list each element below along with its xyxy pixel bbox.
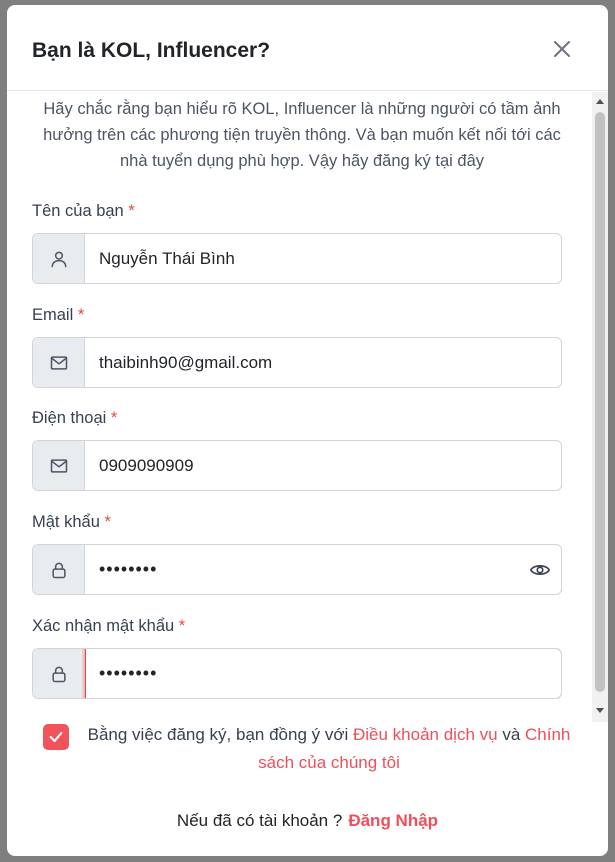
login-link[interactable]: Đăng Nhập	[348, 811, 438, 830]
email-label: Email *	[32, 306, 85, 324]
email-input[interactable]: thaibinh90@gmail.com	[99, 338, 272, 387]
scrollbar-thumb[interactable]	[595, 112, 605, 692]
scroll-up-arrow-icon[interactable]	[596, 99, 604, 104]
confirm-password-field[interactable]: ••••••••	[32, 648, 562, 699]
close-button[interactable]	[550, 37, 574, 61]
name-input[interactable]: Nguyễn Thái Bình	[99, 234, 235, 283]
login-prompt: Nếu đã có tài khoản ? Đăng Nhập	[176, 811, 439, 830]
required-mark: *	[77, 306, 85, 324]
confirm-password-addon	[33, 649, 85, 698]
password-input[interactable]: ••••••••	[99, 545, 157, 594]
required-mark: *	[104, 513, 111, 531]
confirm-password-label: Xác nhận mật khẩu *	[32, 617, 186, 635]
terms-of-service-link[interactable]: Điều khoản dịch vụ	[353, 725, 498, 744]
show-password-toggle[interactable]	[529, 559, 551, 581]
mail-icon	[50, 458, 67, 473]
phone-field[interactable]: 0909090909	[32, 440, 562, 491]
terms-text: Bằng việc đăng ký, bạn đồng ý với Điều k…	[87, 725, 571, 772]
phone-label: Điện thoại *	[32, 409, 118, 427]
email-addon	[33, 338, 85, 387]
check-icon	[49, 731, 63, 743]
close-icon	[554, 41, 570, 57]
mail-icon	[50, 355, 67, 370]
name-label: Tên của bạn *	[32, 202, 135, 220]
password-addon	[33, 545, 85, 594]
modal-header: Bạn là KOL, Influencer?	[7, 5, 608, 91]
confirm-password-input[interactable]: ••••••••	[99, 649, 157, 698]
password-label: Mật khẩu *	[32, 513, 111, 531]
password-field[interactable]: ••••••••	[32, 544, 562, 595]
name-addon	[33, 234, 85, 283]
user-icon	[51, 251, 66, 267]
phone-addon	[33, 441, 85, 490]
scroll-down-arrow-icon[interactable]	[596, 708, 604, 713]
lock-icon	[51, 562, 66, 578]
scrollbar[interactable]	[592, 92, 608, 722]
required-mark: *	[178, 617, 186, 635]
intro-text: Hãy chắc rằng bạn hiểu rõ KOL, Influence…	[43, 100, 561, 170]
eye-icon	[529, 565, 551, 575]
email-field[interactable]: thaibinh90@gmail.com	[32, 337, 562, 388]
register-modal: Bạn là KOL, Influencer? Hãy chắc rằng bạ…	[7, 5, 608, 856]
required-mark: *	[110, 409, 118, 427]
name-field[interactable]: Nguyễn Thái Bình	[32, 233, 562, 284]
phone-input[interactable]: 0909090909	[99, 441, 194, 490]
required-mark: *	[128, 202, 135, 220]
terms-checkbox[interactable]	[43, 724, 69, 750]
lock-icon	[51, 666, 66, 682]
modal-title: Bạn là KOL, Influencer?	[32, 39, 271, 62]
